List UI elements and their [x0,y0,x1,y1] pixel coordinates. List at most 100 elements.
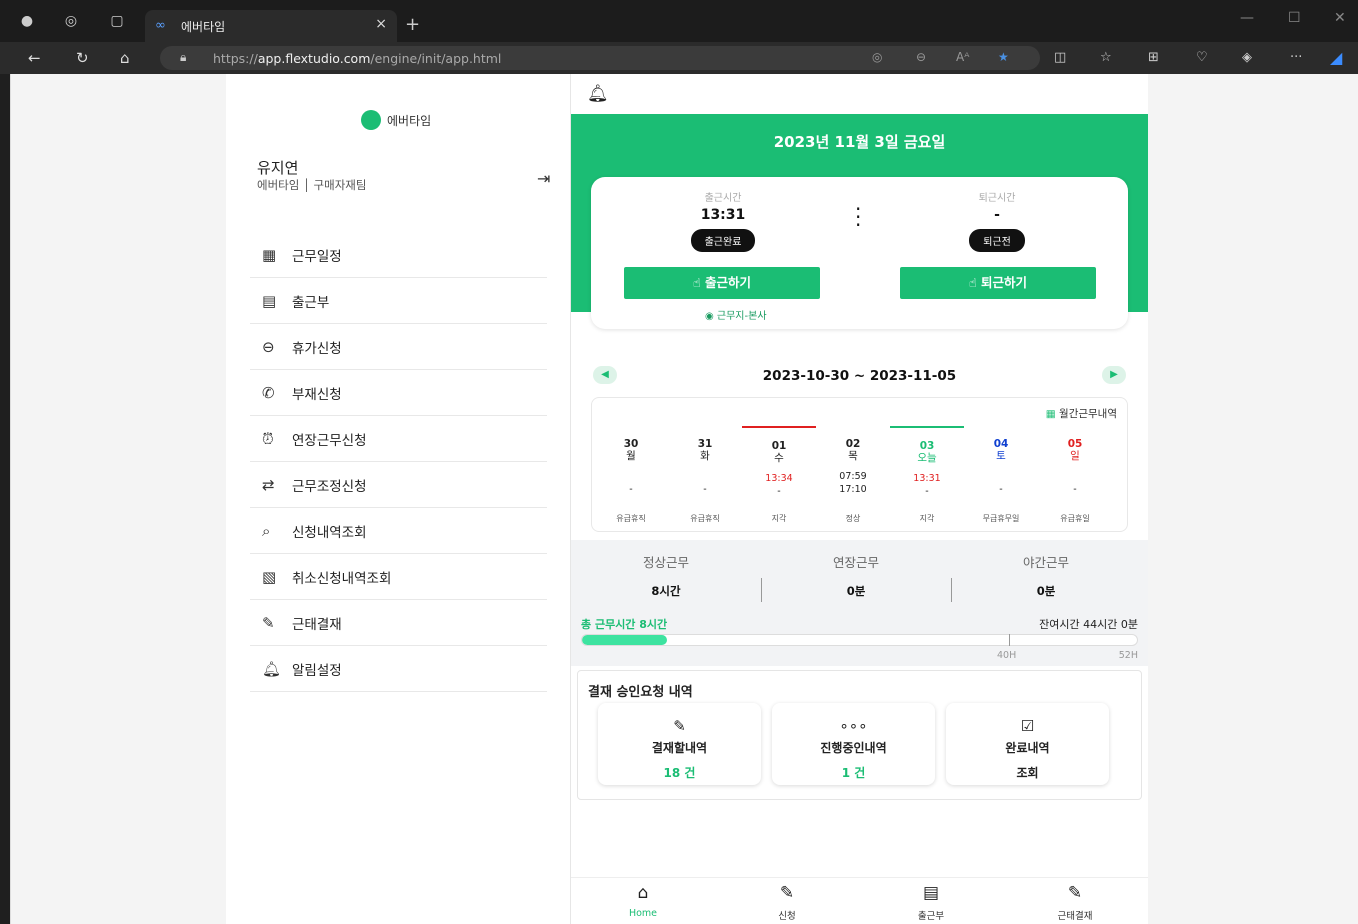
collections-icon[interactable]: ⊞ [1148,50,1159,65]
logout-icon[interactable]: ⇥ [537,169,550,188]
day-number: 02 [845,438,861,450]
day-cell-today[interactable]: 03 오늘 13:31 - 지각 [890,426,964,530]
browser-tab[interactable]: ∞ 에버타임 × [145,10,397,42]
sidebar-item-overtime-request[interactable]: ⏰︎ 연장근무신청 [250,416,547,462]
day-cell[interactable]: 02 목 07:59 17:10 정상 [816,426,890,530]
sidebar-item-attendance-book[interactable]: ▤ 출근부 [250,278,547,324]
checkin-button[interactable]: ☝ 출근하기 [624,267,820,299]
in-progress-card[interactable]: ∘∘∘ 진행중인내역 1 건 [772,703,935,785]
nav-request[interactable]: ✎ 신청 [747,882,827,922]
week-calendar: ▦ 월간근무내역 30 월 - 유급휴직 31 화 - 유급휴직 01 수 13… [591,397,1128,532]
work-summary: 정상근무 8시간 연장근무 0분 야간근무 0분 총 근무시간 8시간 잔여시간… [571,540,1148,666]
day-cell[interactable]: 01 수 13:34 - 지각 [742,426,816,530]
fingerprint-icon: ☝ [969,275,981,290]
sidebar-item-request-history[interactable]: ⌕ 신청내역조회 [250,508,547,554]
day-checkin-time [594,471,668,484]
fingerprint-icon: ☝ [693,275,705,290]
day-cell[interactable]: 30 월 - 유급휴직 [594,426,668,530]
edge-copilot-icon[interactable]: ◢ [1330,48,1342,67]
monthly-history-label: 월간근무내역 [1059,408,1117,420]
more-vertical-icon[interactable]: · · · [855,199,861,235]
pending-approval-card[interactable]: ✎ 결재할내역 18 건 [598,703,761,785]
tab-actions-icon[interactable]: ▢ [108,12,126,30]
back-icon[interactable]: ← [28,49,41,67]
day-cell[interactable]: 05 일 - 유급휴일 [1038,426,1112,530]
prev-week-icon[interactable]: ◀ [593,366,617,384]
edit-icon: ✎ [673,717,686,735]
refresh-icon[interactable]: ↻ [76,49,89,67]
sidebar-item-work-schedule[interactable]: ▦ 근무일정 [250,232,547,278]
work-location-link[interactable]: ◉ 근무지-본사 [705,307,767,322]
pending-approval-label: 결재할내역 [651,741,708,755]
read-aloud-icon[interactable]: Aᴬ [956,50,969,64]
regular-work: 정상근무 8시간 [571,552,761,599]
day-checkout-time: 17:10 [839,484,867,495]
work-location-text: 근무지-본사 [716,311,767,322]
tick-40h [1009,634,1010,646]
checkout-button[interactable]: ☝ 퇴근하기 [900,267,1096,299]
day-number: 04 [993,438,1009,450]
night-work-label: 야간근무 [1022,555,1069,570]
tracking-icon[interactable]: ◎ [872,50,882,64]
nav-home[interactable]: ⌂ Home [603,882,683,919]
lock-icon: 🔒︎ [180,50,187,64]
more-icon[interactable]: ··· [1290,50,1302,65]
nav-request-label: 신청 [778,911,796,922]
sidebar-item-notification-settings[interactable]: 🔔︎ 알림설정 [250,646,547,692]
approval-icon: ✎ [262,613,275,632]
day-weekday: 일 [1070,450,1080,462]
next-week-icon[interactable]: ▶ [1102,366,1126,384]
sidebar-item-leave-request[interactable]: ⊖ 휴가신청 [250,324,547,370]
zoom-icon[interactable]: ⊖ [916,50,926,64]
regular-work-value: 8시간 [651,584,681,598]
profile-icon[interactable]: ● [18,12,36,30]
regular-work-label: 정상근무 [642,555,689,570]
user-name: 유지연 [257,159,299,177]
nav-attendance-book[interactable]: ▤ 출근부 [891,882,971,922]
maximize-icon[interactable]: ☐ [1288,10,1301,26]
day-cell[interactable]: 04 토 - 무급휴무일 [964,426,1038,530]
right-margin [1148,74,1358,924]
copilot-icon[interactable]: ◈ [1242,50,1252,65]
approval-requests: 결재 승인요청 내역 ✎ 결재할내역 18 건 ∘∘∘ 진행중인내역 1 건 ☑… [577,670,1142,800]
sidebar-item-attendance-approval[interactable]: ✎ 근태결재 [250,600,547,646]
split-screen-icon[interactable]: ◫ [1054,50,1066,65]
day-status: 지각 [771,514,787,523]
day-status: 무급휴무일 [982,514,1020,523]
minimize-icon[interactable]: — [1240,10,1254,26]
dots-icon: ∘∘∘ [839,717,868,735]
extensions-icon[interactable]: ♡ [1196,50,1208,65]
new-tab-icon[interactable]: + [405,14,420,35]
completed-card[interactable]: ☑ 완료내역 조회 [946,703,1109,785]
checkin-label: 출근시간 [704,193,742,204]
overtime-work-value: 0분 [846,584,866,598]
notification-bell-icon[interactable]: 🔔︎ [587,84,609,104]
search-document-icon: ⌕ [262,521,271,540]
tick-52h-label: 52H [1118,650,1138,661]
checkin-button-label: 출근하기 [704,275,751,290]
nav-attendance-approval[interactable]: ✎ 근태결재 [1035,882,1115,922]
sidebar-item-absence-request[interactable]: ✆ 부재신청 [250,370,547,416]
home-icon[interactable]: ⌂ [120,49,130,67]
day-checkin-time [1038,471,1112,484]
day-weekday: 월 [626,450,636,462]
alarm-clock-icon: ⏰︎ [262,429,274,448]
close-tab-icon[interactable]: × [375,16,387,32]
favorites-icon[interactable]: ☆ [1100,50,1112,65]
sidebar-item-label: 연장근무신청 [292,432,367,449]
checkout-time: - [994,207,1000,223]
app-logo: 에버타임 [361,110,431,130]
sidebar-item-label: 알림설정 [292,662,342,679]
sidebar-item-cancel-history[interactable]: ▧ 취소신청내역조회 [250,554,547,600]
day-cell[interactable]: 31 화 - 유급휴직 [668,426,742,530]
monthly-history-link[interactable]: ▦ 월간근무내역 [1046,406,1117,421]
favorite-star-icon[interactable]: ★ [998,50,1009,64]
sidebar-item-label: 출근부 [292,294,330,311]
workspaces-icon[interactable]: ◎ [62,12,80,30]
day-status: 유급휴직 [616,514,646,523]
nav-attendance-approval-label: 근태결재 [1057,911,1093,922]
url-field[interactable]: 🔒︎ https://app.flextudio.com/engine/init… [160,46,1040,70]
sidebar-item-work-adjust-request[interactable]: ⇄ 근무조정신청 [250,462,547,508]
day-number: 31 [697,438,713,450]
close-window-icon[interactable]: ✕ [1334,10,1346,26]
